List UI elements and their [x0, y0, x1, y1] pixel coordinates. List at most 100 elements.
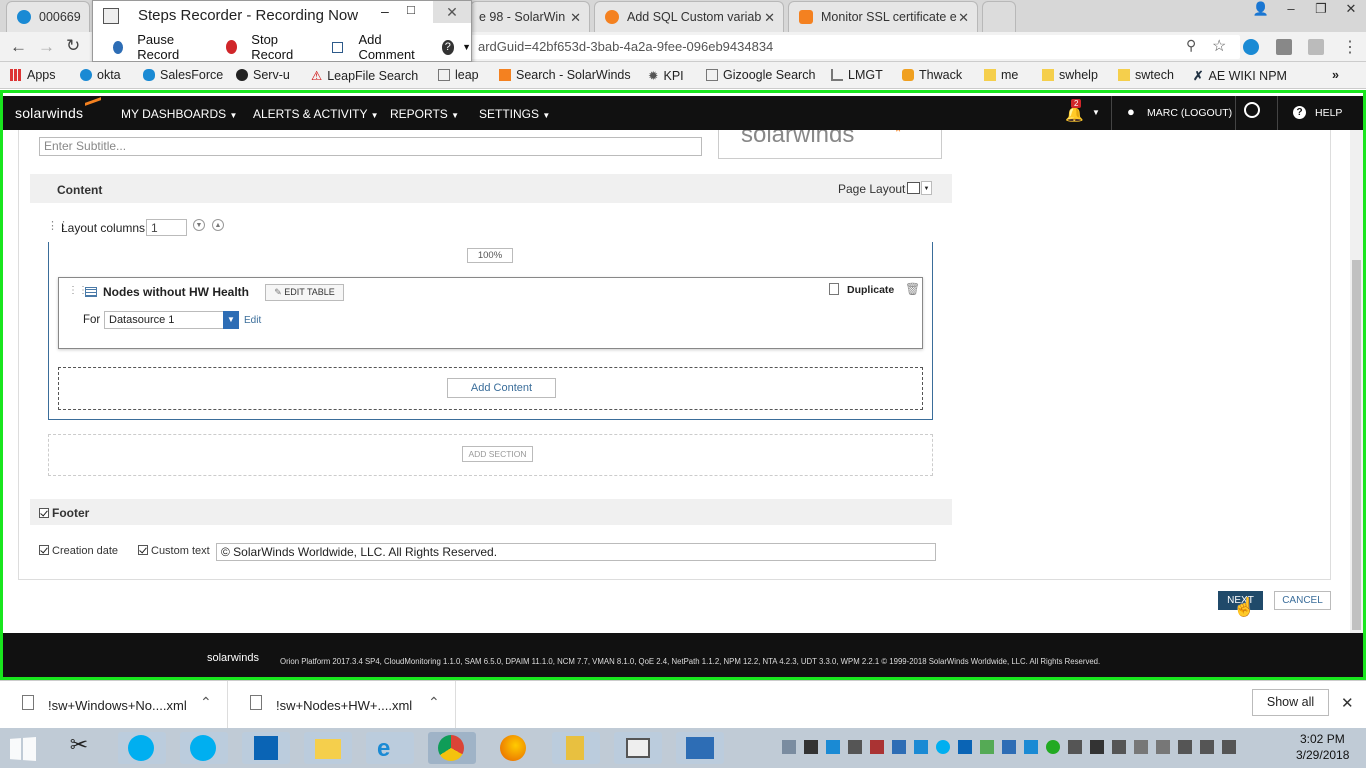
menu-settings[interactable]: SETTINGS ▼ — [479, 107, 550, 121]
datasource-select[interactable]: Datasource 1 ▼ — [104, 311, 239, 329]
column-width-input[interactable]: 100% — [467, 248, 513, 263]
custom-text-checkbox[interactable] — [138, 545, 148, 555]
notes-app-icon[interactable] — [552, 732, 600, 764]
tray-icon[interactable] — [782, 740, 796, 754]
subtitle-input[interactable]: Enter Subtitle... — [39, 137, 702, 156]
custom-text-option[interactable]: Custom text — [138, 545, 210, 557]
extension-icon[interactable] — [1243, 39, 1259, 55]
bookmark-item[interactable]: ✹ KPI — [648, 68, 684, 83]
bookmark-item[interactable]: leap — [438, 68, 479, 82]
steps-recorder-taskbar-icon[interactable] — [614, 732, 662, 764]
edit-datasource-link[interactable]: Edit — [244, 315, 261, 326]
minimize-icon[interactable]: – — [1276, 0, 1306, 20]
bookmark-item[interactable]: Thwack — [902, 68, 962, 82]
new-tab-button[interactable] — [982, 1, 1016, 32]
close-icon[interactable]: ✕ — [1341, 694, 1354, 712]
extension-icon[interactable] — [1308, 39, 1324, 55]
edit-table-button[interactable]: ✎ EDIT TABLE — [265, 284, 344, 301]
close-icon[interactable]: ✕ — [764, 10, 775, 26]
pause-record-button[interactable]: Pause Record — [103, 32, 202, 62]
forward-icon[interactable]: → — [38, 37, 55, 57]
tray-icon[interactable] — [980, 740, 994, 754]
url-field[interactable]: ardGuid=42bf653d-3bab-4a2a-9fee-096eb943… — [470, 35, 1240, 59]
tray-icon[interactable] — [1002, 740, 1016, 754]
extension-icon[interactable] — [1276, 39, 1292, 55]
flag-icon[interactable] — [1156, 740, 1170, 754]
delete-icon[interactable]: 🗑 — [905, 282, 920, 296]
close-icon[interactable]: ✕ — [958, 10, 969, 26]
footer-toggle[interactable]: Footer — [39, 506, 89, 520]
scrollbar-thumb[interactable] — [1352, 260, 1361, 630]
browser-tab[interactable]: Monitor SSL certificate e ✕ — [788, 1, 978, 32]
clock-time[interactable]: 3:02 PM — [1300, 732, 1345, 746]
tray-icon[interactable] — [804, 740, 818, 754]
chrome-icon[interactable] — [428, 732, 476, 764]
tray-icon[interactable] — [1046, 740, 1060, 754]
volume-icon[interactable] — [1222, 740, 1236, 754]
network-icon[interactable] — [1200, 740, 1214, 754]
scrollbar[interactable] — [1350, 130, 1363, 633]
cancel-button[interactable]: CANCEL — [1274, 591, 1331, 610]
search-icon[interactable] — [1244, 102, 1260, 118]
firefox-icon[interactable] — [490, 732, 538, 764]
menu-icon[interactable]: ⋮ — [1342, 37, 1358, 57]
custom-text-input[interactable]: © SolarWinds Worldwide, LLC. All Rights … — [216, 543, 936, 561]
tray-icon[interactable] — [1134, 740, 1148, 754]
skype-icon[interactable] — [118, 732, 166, 764]
bookmark-item[interactable]: SalesForce — [143, 68, 223, 82]
snipping-tool-icon[interactable]: ✂ — [58, 732, 100, 764]
reload-icon[interactable]: ↻ — [66, 36, 80, 56]
page-layout-icon[interactable] — [907, 182, 920, 194]
profile-icon[interactable]: 👤 — [1246, 0, 1276, 20]
back-icon[interactable]: ← — [10, 37, 27, 57]
bluetooth-icon[interactable] — [1090, 740, 1104, 754]
tray-icon[interactable] — [936, 740, 950, 754]
tray-icon[interactable] — [914, 740, 928, 754]
close-icon[interactable]: ✕ — [433, 1, 471, 23]
bookmark-item[interactable]: ✗ AE WIKI NPM — [1193, 68, 1287, 83]
help-icon[interactable]: ? — [441, 39, 455, 55]
close-icon[interactable]: ✕ — [570, 10, 581, 26]
tray-icon[interactable] — [1068, 740, 1082, 754]
tray-icon[interactable] — [892, 740, 906, 754]
add-comment-button[interactable]: Add Comment — [322, 32, 424, 62]
user-logout-link[interactable]: MARC (LOGOUT) — [1147, 107, 1232, 119]
outlook-icon[interactable] — [242, 732, 290, 764]
minimize-icon[interactable]: – — [381, 3, 389, 19]
footer-checkbox[interactable] — [39, 508, 49, 518]
tray-icon[interactable] — [1024, 740, 1038, 754]
tray-icon[interactable] — [826, 740, 840, 754]
star-icon[interactable]: ☆ — [1212, 36, 1226, 56]
duplicate-icon[interactable] — [829, 283, 839, 295]
file-explorer-icon[interactable] — [304, 732, 352, 764]
duplicate-link[interactable]: Duplicate — [847, 284, 894, 296]
bookmark-item[interactable]: ⚠ LeapFile Search — [311, 68, 418, 83]
skype-icon[interactable] — [180, 732, 228, 764]
more-bookmarks-icon[interactable]: » — [1332, 68, 1339, 82]
restore-icon[interactable]: ❐ — [1306, 0, 1336, 20]
increment-icon[interactable]: ▲ — [212, 219, 224, 231]
decrement-icon[interactable]: ▼ — [193, 219, 205, 231]
download-item[interactable]: !sw+Windows+No....xml ⌃ — [0, 681, 228, 728]
bookmark-item[interactable]: Search - SolarWinds — [499, 68, 631, 82]
chevron-down-icon[interactable]: ▼ — [921, 181, 932, 195]
browser-tab[interactable]: e 98 - SolarWin ✕ — [470, 1, 590, 32]
help-link[interactable]: HELP — [1315, 107, 1342, 119]
tray-icon[interactable] — [958, 740, 972, 754]
clock-date[interactable]: 3/29/2018 — [1296, 748, 1349, 762]
add-content-button[interactable]: Add Content — [447, 378, 556, 398]
solarwinds-logo[interactable]: solarwinds — [15, 105, 83, 121]
bookmark-item[interactable]: Serv-u — [236, 68, 290, 82]
stop-record-button[interactable]: Stop Record — [216, 32, 308, 62]
bookmark-folder[interactable]: me — [984, 68, 1018, 82]
bookmark-apps[interactable]: Apps — [10, 68, 56, 82]
browser-tab[interactable]: Add SQL Custom variab ✕ — [594, 1, 784, 32]
show-all-button[interactable]: Show all — [1252, 689, 1329, 716]
remote-desktop-icon[interactable] — [676, 732, 724, 764]
maximize-icon[interactable]: □ — [407, 2, 415, 17]
tray-icon[interactable] — [1112, 740, 1126, 754]
close-window-icon[interactable]: ✕ — [1336, 0, 1366, 20]
download-item[interactable]: !sw+Nodes+HW+....xml ⌃ — [228, 681, 456, 728]
report-logo-box[interactable]: solarwinds * — [718, 130, 942, 159]
internet-explorer-icon[interactable]: e — [366, 732, 414, 764]
